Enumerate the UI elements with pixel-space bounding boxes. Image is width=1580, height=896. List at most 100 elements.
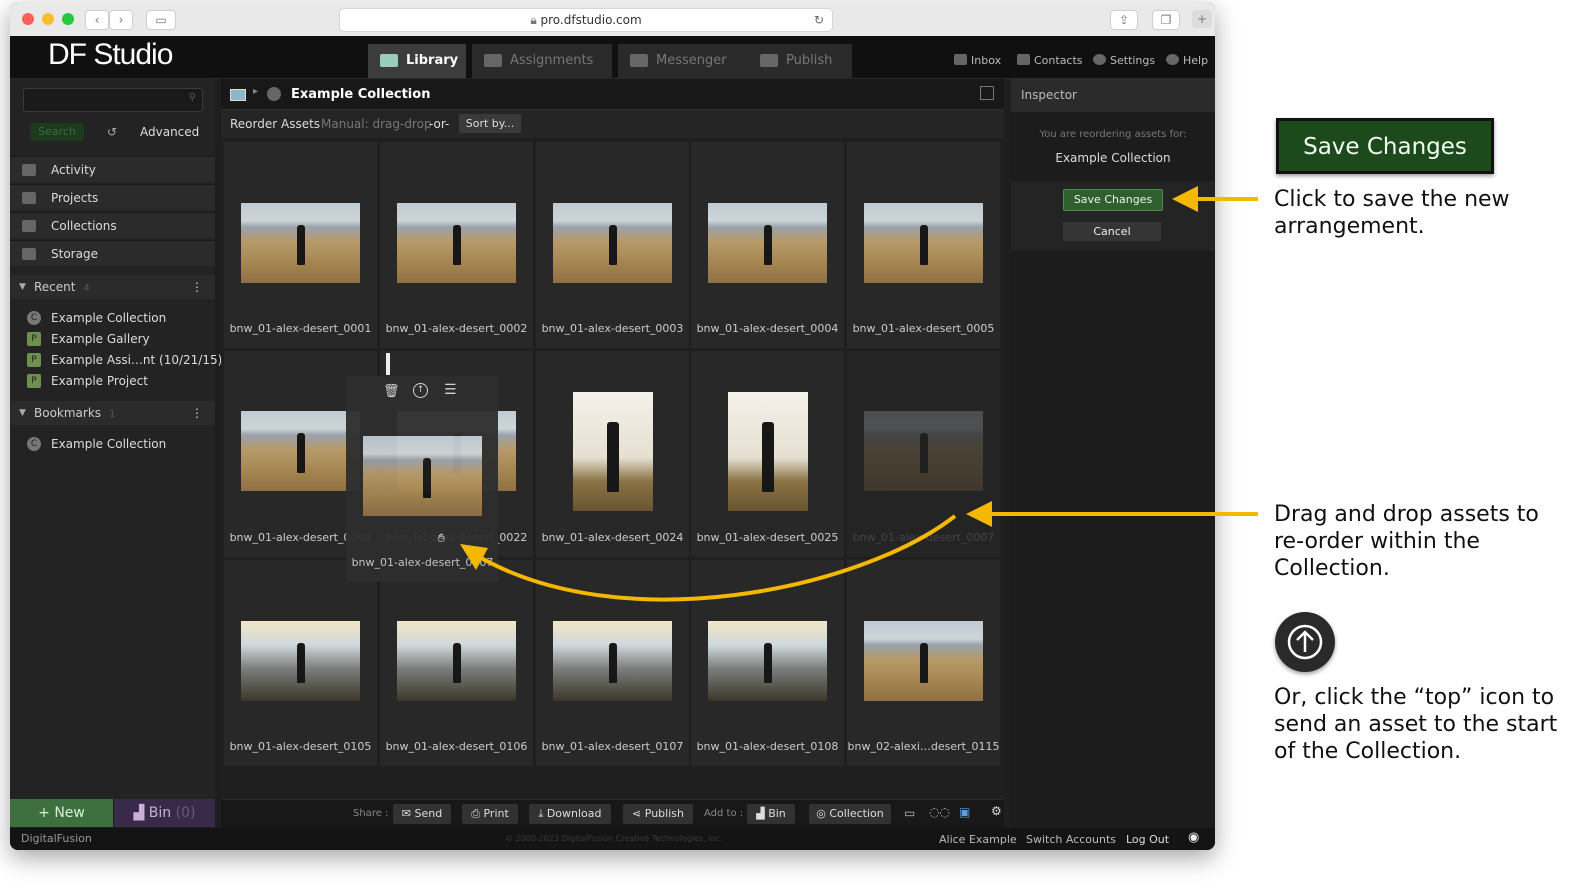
tab-library[interactable]: Library	[368, 44, 466, 78]
browser-window: ‹ › ▭ 🔒︎ pro.dfstudio.com ↻ ⇪ ❐ + DF Stu…	[10, 2, 1215, 850]
bookmark-item[interactable]: C Example Collection	[27, 434, 166, 454]
asset-tile[interactable]: bnw_01-alex-desert_0108	[691, 560, 844, 766]
project-badge-icon: P	[27, 374, 41, 388]
search-button[interactable]: Search	[30, 123, 84, 141]
forward-icon[interactable]: ›	[109, 10, 133, 30]
log-out-link[interactable]: Log Out	[1126, 833, 1169, 846]
asset-tile[interactable]: bnw_01-alex-desert_0007	[847, 351, 1000, 557]
subject-figure	[423, 458, 431, 498]
switch-accounts-link[interactable]: Switch Accounts	[1026, 833, 1116, 846]
tab-messenger[interactable]: Messenger	[618, 44, 752, 78]
recent-section-header[interactable]: ▼ Recent 4 ⋮	[10, 275, 215, 299]
project-badge-icon: P	[27, 353, 41, 367]
bookmarks-section-header[interactable]: ▼ Bookmarks 1 ⋮	[10, 401, 215, 425]
sidebar-toggle-icon[interactable]: ▭	[146, 10, 176, 30]
drop-indicator	[386, 353, 390, 375]
add-to-bin-button[interactable]: ▟ Bin	[747, 804, 795, 824]
recent-item[interactable]: C Example Collection	[27, 308, 166, 328]
save-changes-button[interactable]: Save Changes	[1063, 189, 1163, 211]
sidebar-item-activity[interactable]: Activity	[10, 156, 215, 182]
asset-tile[interactable]: bnw_01-alex-desert_0002	[380, 142, 533, 348]
dragged-asset-card[interactable]: 🗑︎ ↑ ☰ bnw_01-alex-desert_0007 ✋︎	[346, 376, 498, 582]
eye-icon[interactable]: ◉	[1188, 830, 1199, 845]
tabs-overview-icon[interactable]: ❐	[1152, 10, 1180, 30]
add-to-label: Add to :	[704, 808, 744, 819]
close-window-button[interactable]	[22, 13, 34, 25]
more-options-icon[interactable]: ⋮	[191, 401, 203, 425]
grid-view-icon[interactable]: ▣	[959, 805, 970, 819]
share-icon[interactable]: ⇪	[1110, 10, 1138, 30]
tab-assignments[interactable]: Assignments	[472, 44, 612, 78]
reorder-mode: Manual: drag-drop	[321, 117, 432, 131]
contacts-link[interactable]: Contacts	[1017, 54, 1083, 67]
asset-tile[interactable]: bnw_01-alex-desert_0004	[691, 142, 844, 348]
publish-icon	[760, 54, 778, 67]
inspector-collection-name: Example Collection	[1055, 151, 1171, 165]
recent-item[interactable]: P Example Project	[27, 371, 148, 391]
subject-figure	[764, 643, 772, 683]
asset-tile[interactable]: bnw_01-alex-desert_0105	[224, 560, 377, 766]
asset-tile[interactable]: bnw_01-alex-desert_0025	[691, 351, 844, 557]
inspector-note: You are reordering assets for:	[1039, 129, 1187, 140]
new-tab-icon[interactable]: +	[1192, 10, 1212, 28]
send-to-top-icon[interactable]: ↑	[413, 383, 428, 398]
asset-tile[interactable]: bnw_01-alex-desert_0001	[224, 142, 377, 348]
asset-tile[interactable]: bnw_02-alexi…desert_0115	[847, 560, 1000, 766]
collection-icon: ◎	[816, 807, 830, 820]
contacts-label: Contacts	[1034, 54, 1083, 67]
new-button[interactable]: + New	[10, 799, 113, 827]
recent-item[interactable]: P Example Gallery	[27, 329, 150, 349]
publish-button[interactable]: ⋖ Publish	[623, 804, 693, 824]
more-options-icon[interactable]: ⋮	[191, 275, 203, 299]
sidebar-item-storage[interactable]: Storage	[10, 240, 215, 266]
search-input[interactable]: ⚲	[23, 88, 203, 112]
or-label: -or-	[429, 117, 450, 131]
send-icon: ✉	[401, 807, 415, 820]
advanced-search-link[interactable]: Advanced	[140, 125, 199, 139]
tab-publish[interactable]: Publish	[748, 44, 852, 78]
top-icon-annotation: Or, click the “top” icon to send an asse…	[1274, 685, 1558, 764]
bin-button[interactable]: ▟ Bin (0)	[114, 799, 215, 827]
download-button[interactable]: ⤓ Download	[529, 804, 611, 824]
subject-figure	[609, 643, 617, 683]
library-icon[interactable]	[230, 89, 246, 101]
library-icon	[380, 54, 398, 67]
reorder-bar: Reorder Assets Manual: drag-drop -or- So…	[221, 110, 1004, 138]
asset-tile[interactable]: bnw_01-alex-desert_0005	[847, 142, 1000, 348]
help-link[interactable]: Help	[1166, 54, 1208, 67]
sidebar-item-label: Storage	[51, 247, 98, 261]
send-button[interactable]: ✉ Send	[393, 804, 451, 824]
subject-figure	[920, 433, 928, 473]
compare-icon[interactable]: ◌◌	[929, 805, 950, 819]
asset-tile[interactable]: bnw_01-alex-desert_0003	[536, 142, 689, 348]
expand-icon[interactable]	[980, 86, 994, 100]
add-to-collection-button[interactable]: ◎ Collection	[809, 804, 891, 824]
maximize-window-button[interactable]	[62, 13, 74, 25]
back-icon[interactable]: ‹	[85, 10, 109, 30]
asset-thumbnail	[728, 392, 808, 511]
recent-item[interactable]: P Example Assi…nt (10/21/15)	[27, 350, 222, 370]
menu-icon[interactable]: ☰	[444, 382, 457, 398]
minimize-window-button[interactable]	[42, 13, 54, 25]
trash-icon[interactable]: 🗑︎	[383, 384, 400, 399]
asset-tile[interactable]: bnw_01-alex-desert_0106	[380, 560, 533, 766]
print-button[interactable]: ⎙ Print	[462, 804, 518, 824]
asset-filename: bnw_01-alex-desert_0024	[541, 531, 684, 544]
asset-filename: bnw_01-alex-desert_0003	[541, 322, 684, 335]
settings-link[interactable]: Settings	[1093, 54, 1155, 67]
inbox-link[interactable]: Inbox	[954, 54, 1001, 67]
subject-figure	[453, 225, 461, 265]
history-icon[interactable]: ↺	[107, 125, 117, 139]
gear-icon[interactable]: ⚙	[991, 804, 1002, 818]
save-annotation: Click to save the new arrangement.	[1274, 187, 1510, 239]
left-sidebar: ⚲ Search ↺ Advanced Activity Projects Co…	[10, 79, 222, 827]
cancel-button[interactable]: Cancel	[1063, 222, 1161, 241]
loupe-icon[interactable]: ▭	[904, 806, 915, 820]
sidebar-item-projects[interactable]: Projects	[10, 184, 215, 210]
reload-icon[interactable]: ↻	[814, 9, 824, 31]
asset-tile[interactable]: bnw_01-alex-desert_0024	[536, 351, 689, 557]
asset-tile[interactable]: bnw_01-alex-desert_0107	[536, 560, 689, 766]
sort-by-button[interactable]: Sort by...	[459, 114, 521, 133]
address-bar[interactable]: 🔒︎ pro.dfstudio.com ↻	[339, 8, 833, 32]
sidebar-item-collections[interactable]: Collections	[10, 212, 215, 238]
